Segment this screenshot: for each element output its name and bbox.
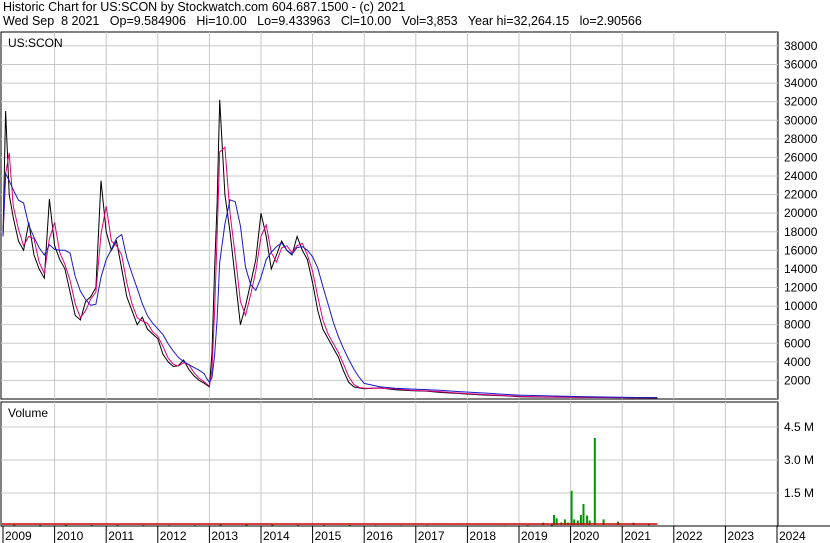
x-tick-label: 2019 (521, 529, 548, 543)
x-tick-label: 2010 (57, 529, 84, 543)
price-tick-label: 24000 (784, 169, 818, 183)
volume-tick-label: 1.5 M (784, 486, 814, 500)
volume-bar (593, 438, 596, 525)
price-tick-label: 22000 (784, 188, 818, 202)
volume-tick-label: 3.0 M (784, 453, 814, 467)
x-tick-label: 2023 (727, 529, 754, 543)
x-tick-label: 2021 (624, 529, 651, 543)
price-panel-label: US:SCON (8, 36, 63, 50)
price-tick-label: 26000 (784, 150, 818, 164)
price-tick-label: 28000 (784, 132, 818, 146)
price-panel (0, 31, 779, 400)
price-tick-label: 34000 (784, 76, 818, 90)
price-tick-label: 6000 (784, 336, 811, 350)
price-tick-label: 30000 (784, 113, 818, 127)
x-tick-label: 2009 (5, 529, 32, 543)
price-tick-label: 4000 (784, 355, 811, 369)
price-tick-label: 8000 (784, 318, 811, 332)
x-tick-label: 2018 (469, 529, 496, 543)
x-tick-label: 2022 (676, 529, 703, 543)
x-tick-label: 2014 (263, 529, 290, 543)
price-tick-label: 2000 (784, 373, 811, 387)
x-tick-label: 2017 (418, 529, 445, 543)
price-tick-label: 36000 (784, 58, 818, 72)
volume-panel-label: Volume (8, 406, 48, 420)
x-tick-label: 2024 (779, 529, 806, 543)
price-tick-label: 16000 (784, 243, 818, 257)
volume-bar (570, 490, 573, 525)
x-tick-label: 2015 (315, 529, 342, 543)
x-tick-label: 2020 (573, 529, 600, 543)
x-tick-label: 2016 (366, 529, 393, 543)
price-tick-label: 38000 (784, 39, 818, 53)
price-tick-label: 10000 (784, 299, 818, 313)
volume-tick-label: 4.5 M (784, 420, 814, 434)
price-tick-label: 12000 (784, 281, 818, 295)
x-tick-label: 2012 (160, 529, 187, 543)
price-tick-label: 20000 (784, 206, 818, 220)
volume-bar (582, 504, 585, 525)
volume-panel (0, 401, 779, 527)
stock-chart: 2000 4000 6000 8000 10000 12000 14000 16000 1800… (0, 31, 830, 543)
x-tick-label: 2011 (108, 529, 134, 543)
price-tick-label: 32000 (784, 95, 818, 109)
price-tick-label: 14000 (784, 262, 818, 276)
x-tick-label: 2013 (211, 529, 238, 543)
price-tick-label: 18000 (784, 225, 818, 239)
